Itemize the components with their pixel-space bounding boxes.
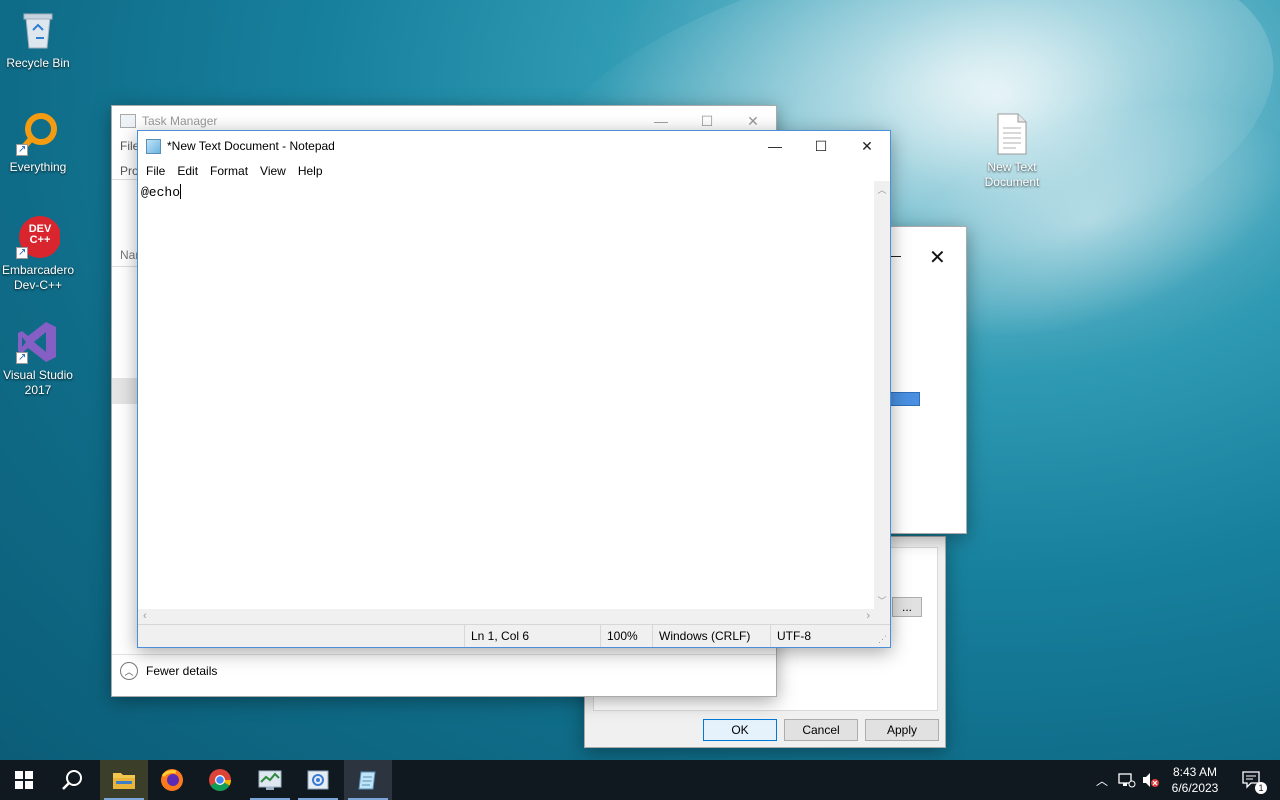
fewer-details-label: Fewer details <box>146 664 218 678</box>
menu-file[interactable]: File <box>140 164 171 178</box>
ok-button[interactable]: OK <box>703 719 777 741</box>
cancel-button[interactable]: Cancel <box>784 719 858 741</box>
desktop-icon-label: Visual Studio 2017 <box>3 368 73 397</box>
taskbar-firefox[interactable] <box>148 760 196 800</box>
scroll-right-icon[interactable]: › <box>866 610 870 622</box>
taskbar: ︿ 8:43 AM 6/6/2023 1 <box>0 760 1280 800</box>
desktop-icon-label: Recycle Bin <box>6 56 70 70</box>
file-explorer-icon <box>113 773 135 789</box>
task-manager-title: Task Manager <box>142 114 218 128</box>
minimize-button[interactable]: — <box>752 131 798 161</box>
shortcut-arrow-icon <box>16 142 28 157</box>
notepad-icon <box>146 138 161 154</box>
action-center-button[interactable]: 1 <box>1232 760 1272 800</box>
clock-time: 8:43 AM <box>1172 765 1218 779</box>
apply-button-label: Apply <box>886 723 918 737</box>
minimize-icon[interactable] <box>891 256 901 257</box>
desktop-icon-label: Everything <box>9 160 67 174</box>
visual-studio-icon <box>16 320 60 365</box>
taskbar-control-panel[interactable] <box>294 760 342 800</box>
notepad-text-area[interactable]: @echo <box>138 181 875 625</box>
search-button[interactable] <box>48 760 96 800</box>
desktop-icon-visual-studio[interactable]: Visual Studio 2017 <box>0 320 76 398</box>
clock-date: 6/6/2023 <box>1171 781 1219 795</box>
desktop-icon-new-text-document[interactable]: New Text Document <box>974 112 1050 190</box>
text-file-icon <box>990 112 1034 156</box>
desktop-icon-recycle-bin[interactable]: Recycle Bin <box>0 8 76 71</box>
tab-processes[interactable]: Pro <box>112 158 139 180</box>
notepad-window[interactable]: *New Text Document - Notepad — ☐ ✕ File … <box>137 130 891 648</box>
taskbar-notepad[interactable] <box>344 760 392 800</box>
desktop-icon-label: Embarcadero Dev-C++ <box>1 263 75 292</box>
table-row[interactable] <box>112 378 138 404</box>
status-line-ending: Windows (CRLF) <box>652 625 770 647</box>
text-caret <box>180 184 182 199</box>
chevron-up-icon: ︿ <box>1095 773 1108 788</box>
scroll-up-icon[interactable]: ︿ <box>874 181 890 196</box>
progress-bar <box>889 392 920 406</box>
desktop-icon-label: New Text Document <box>984 160 1040 189</box>
shortcut-arrow-icon <box>16 245 28 260</box>
status-encoding: UTF-8 <box>770 625 870 647</box>
devcpp-logo-text: DEV C++ <box>28 223 52 246</box>
task-manager-icon <box>120 114 136 128</box>
vertical-scrollbar[interactable]: ︿ ﹀ <box>874 181 890 609</box>
chevron-up-icon: ︿ <box>120 662 138 680</box>
notepad-statusbar: Ln 1, Col 6 100% Windows (CRLF) UTF-8 ⋰ <box>138 624 890 647</box>
menu-edit[interactable]: Edit <box>171 164 204 178</box>
notepad-text: @echo <box>141 185 181 200</box>
footer-divider <box>112 654 776 655</box>
firefox-icon <box>161 769 183 791</box>
taskbar-file-explorer[interactable] <box>100 760 148 800</box>
scrollbar-corner <box>874 609 890 625</box>
apply-button[interactable]: Apply <box>865 719 939 741</box>
desktop-icon-everything[interactable]: Everything <box>0 112 76 175</box>
browse-button-label: ... <box>901 600 912 614</box>
ok-button-label: OK <box>731 723 749 737</box>
network-icon <box>1118 773 1136 788</box>
header-divider <box>112 266 138 267</box>
close-icon[interactable]: ✕ <box>929 245 946 270</box>
everything-search-icon <box>16 112 60 157</box>
control-panel-icon <box>307 770 329 790</box>
notification-count: 1 <box>1255 782 1267 794</box>
volume-tray[interactable] <box>1140 760 1162 800</box>
dialog-browse-button[interactable]: ... <box>892 597 922 617</box>
maximize-button[interactable]: ☐ <box>798 131 844 161</box>
volume-muted-icon <box>1143 773 1159 787</box>
recycle-bin-icon <box>16 8 60 52</box>
status-position: Ln 1, Col 6 <box>464 625 600 647</box>
background-dialog[interactable]: ✕ <box>888 226 967 534</box>
clock[interactable]: 8:43 AM 6/6/2023 <box>1164 760 1226 800</box>
status-zoom: 100% <box>600 625 652 647</box>
start-icon <box>15 771 33 789</box>
start-button[interactable] <box>0 760 48 800</box>
menu-view[interactable]: View <box>254 164 292 178</box>
taskbar-task-manager[interactable] <box>246 760 294 800</box>
menu-format[interactable]: Format <box>204 164 254 178</box>
notepad-menubar: File Edit Format View Help <box>138 161 890 181</box>
task-manager-icon <box>258 770 282 790</box>
scroll-left-icon[interactable]: ‹ <box>143 610 147 622</box>
cancel-button-label: Cancel <box>802 723 840 737</box>
network-tray[interactable] <box>1116 760 1138 800</box>
notepad-title: *New Text Document - Notepad <box>167 139 335 153</box>
desktop-icon-devcpp[interactable]: DEV C++ Embarcadero Dev-C++ <box>0 215 76 293</box>
devcpp-icon: DEV C++ <box>16 215 61 260</box>
shortcut-arrow-icon <box>16 350 28 365</box>
notepad-titlebar[interactable]: *New Text Document - Notepad — ☐ ✕ <box>138 131 890 161</box>
horizontal-scrollbar[interactable]: ‹ › <box>138 609 875 625</box>
taskbar-chrome[interactable] <box>196 760 244 800</box>
search-icon <box>62 770 82 790</box>
chrome-icon <box>209 769 231 791</box>
fewer-details-button[interactable]: ︿ Fewer details <box>120 662 217 680</box>
resize-grip-icon[interactable]: ⋰ <box>878 634 887 645</box>
notepad-icon <box>358 771 376 790</box>
scroll-down-icon[interactable]: ﹀ <box>874 594 890 607</box>
close-button[interactable]: ✕ <box>844 131 890 161</box>
show-hidden-icons-button[interactable]: ︿ <box>1092 760 1112 800</box>
menu-help[interactable]: Help <box>292 164 329 178</box>
